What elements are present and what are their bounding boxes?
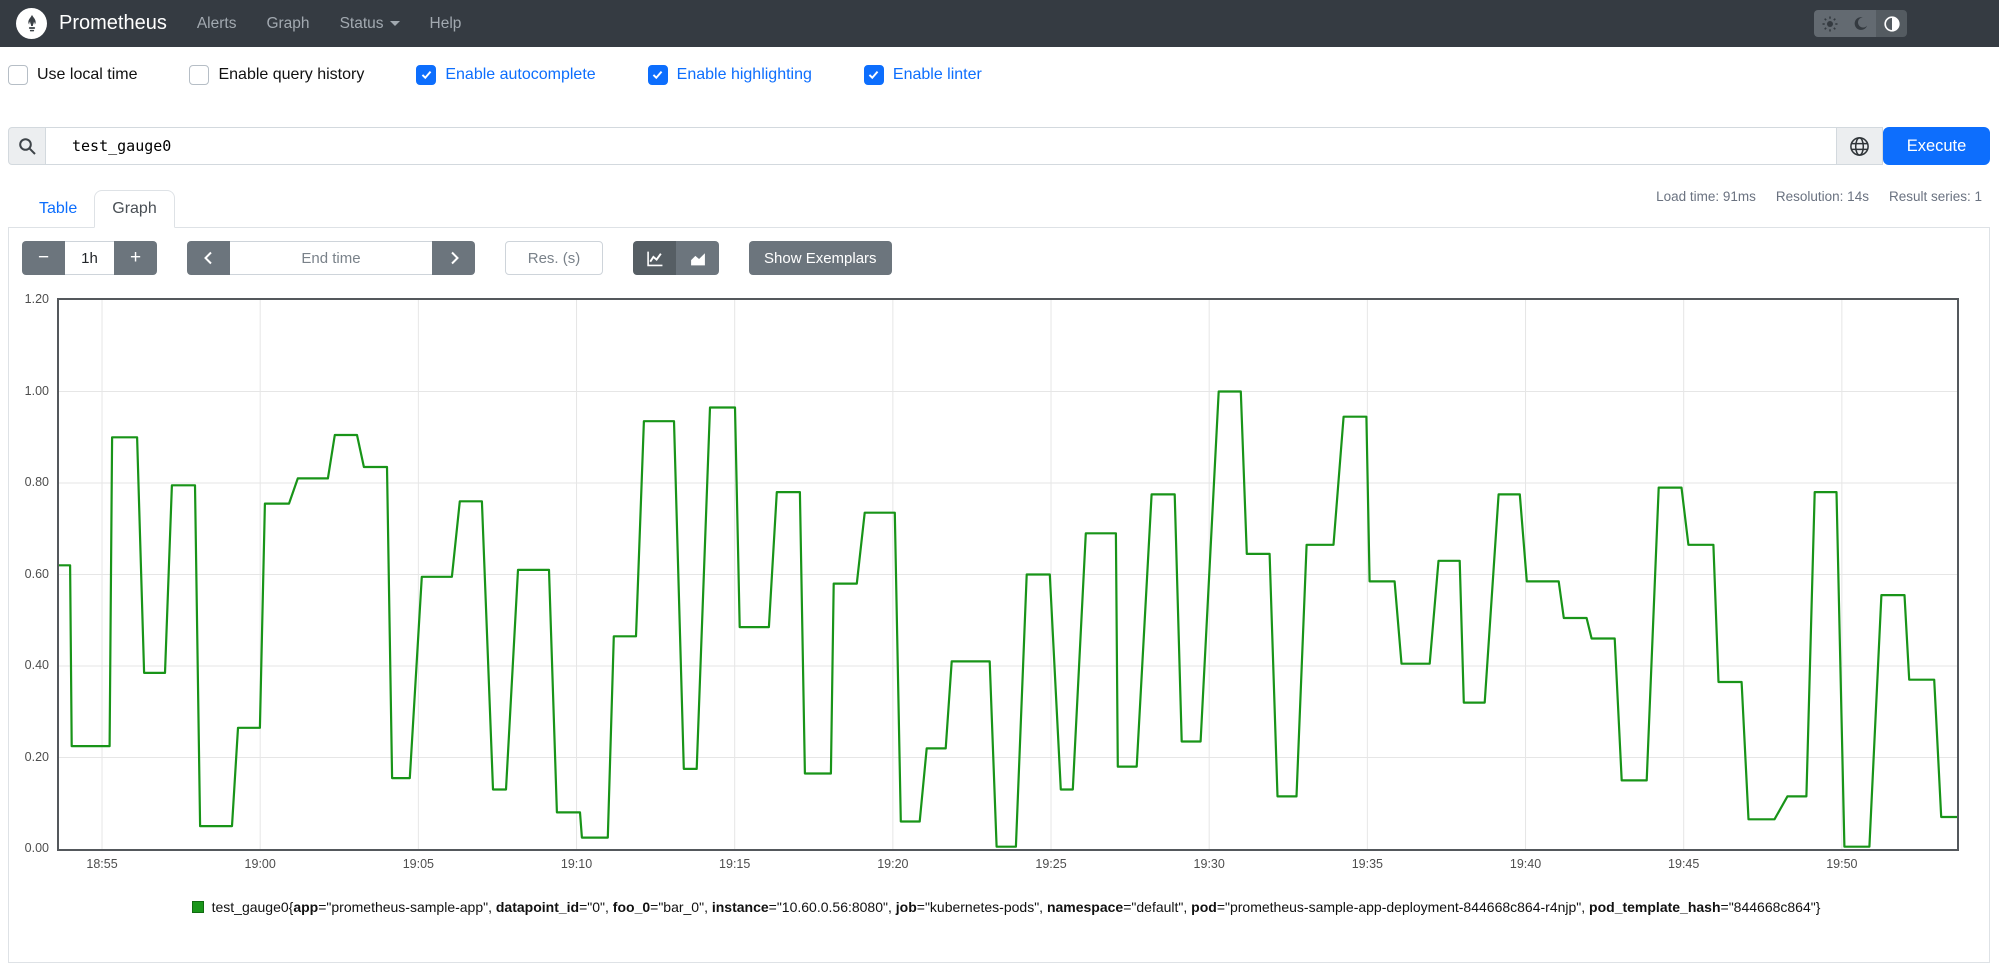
checkbox-checked-icon[interactable] xyxy=(647,64,668,85)
checkbox-checked-icon[interactable] xyxy=(863,64,884,85)
y-tick-label: 0.20 xyxy=(24,749,49,764)
app-title[interactable]: Prometheus xyxy=(59,12,167,35)
metrics-explorer-globe-icon[interactable] xyxy=(1837,127,1883,165)
time-back-button chevron-left-icon[interactable] xyxy=(187,241,230,275)
series-legend[interactable]: test_gauge0{app="prometheus-sample-app",… xyxy=(57,899,1955,915)
time-forward-button chevron-right-icon[interactable] xyxy=(432,241,475,275)
graph-panel: − + xyxy=(8,227,1990,963)
nav-item-alerts[interactable]: Alerts xyxy=(197,15,237,33)
option-label: Enable highlighting xyxy=(676,65,812,83)
checkbox-icon[interactable] xyxy=(8,64,28,85)
option-enable-autocomplete[interactable]: Enable autocomplete xyxy=(416,64,596,85)
y-tick-label: 0.60 xyxy=(24,566,49,581)
x-tick-label: 18:55 xyxy=(86,857,118,871)
prometheus-logo-icon[interactable] xyxy=(16,8,47,39)
x-tick-label: 19:35 xyxy=(1351,857,1383,871)
query-bar: Execute xyxy=(8,127,1990,165)
tab-graph[interactable]: Graph xyxy=(94,190,175,228)
search-icon xyxy=(8,127,46,165)
resolution-input[interactable] xyxy=(505,241,603,275)
y-tick-label: 0.40 xyxy=(24,658,49,672)
query-options-row: Use local time Enable query history Enable… xyxy=(8,61,1991,88)
show-exemplars-button[interactable]: Show Exemplars xyxy=(749,241,892,275)
theme-toggle-group xyxy=(1814,10,1907,37)
sun-icon[interactable] xyxy=(1814,10,1845,37)
x-tick-label: 19:15 xyxy=(719,857,751,871)
x-tick-label: 19:05 xyxy=(402,857,434,871)
x-tick-label: 19:25 xyxy=(1035,857,1067,871)
graph-toolbar: − + xyxy=(9,228,1989,275)
option-label: Use local time xyxy=(37,65,138,83)
x-tick-label: 19:30 xyxy=(1193,857,1225,871)
nav-item-graph[interactable]: Graph xyxy=(266,15,309,33)
result-series: Result series: 1 xyxy=(1888,189,1982,204)
tab-table[interactable]: Table xyxy=(22,191,94,227)
option-enable-linter[interactable]: Enable linter xyxy=(863,64,982,85)
checkbox-checked-icon[interactable] xyxy=(416,64,437,85)
option-label: Enable query history xyxy=(218,65,365,83)
option-enable-query-history[interactable]: Enable query history xyxy=(189,64,365,85)
tabs-row: Table Graph Load time: 91ms Resolution: … xyxy=(8,187,1990,228)
nav-item-status[interactable]: Status xyxy=(340,15,400,33)
x-tick-label: 19:45 xyxy=(1668,857,1700,871)
graph-type-toggle xyxy=(633,241,719,275)
range-increase-button[interactable]: + xyxy=(114,241,157,275)
chart-area: 0.00 0.20 0.40 0.60 0.80 1.00 1.20 18:55 19:00 1… xyxy=(25,292,1959,915)
graph-canvas[interactable] xyxy=(57,298,1959,851)
end-time-control xyxy=(187,241,475,275)
nav-item-label: Graph xyxy=(266,14,310,32)
nav-links: Alerts Graph Status Help xyxy=(197,15,462,33)
range-input[interactable] xyxy=(65,241,114,275)
query-input[interactable] xyxy=(46,127,1837,165)
range-control: − + xyxy=(22,241,157,275)
nav-item-help[interactable]: Help xyxy=(430,15,462,33)
y-tick-label: 0.00 xyxy=(24,841,49,855)
option-use-local-time[interactable]: Use local time xyxy=(8,64,138,85)
option-label: Enable autocomplete xyxy=(445,65,596,83)
load-time: Load time: 91ms xyxy=(1656,189,1756,204)
x-tick-label: 19:20 xyxy=(877,857,909,871)
caret-down-icon xyxy=(389,21,400,26)
checkbox-icon[interactable] xyxy=(189,64,210,85)
navbar: Prometheus Alerts Graph Status Help xyxy=(0,0,1999,47)
line-chart-icon[interactable] xyxy=(633,241,676,275)
nav-item-label: Alerts xyxy=(196,14,237,32)
nav-item-label: Status xyxy=(339,14,384,32)
series-legend-label: test_gauge0{app="prometheus-sample-app",… xyxy=(211,899,1821,915)
end-time-input[interactable] xyxy=(230,241,432,275)
range-decrease-button[interactable]: − xyxy=(22,241,65,275)
x-tick-label: 19:10 xyxy=(560,857,593,871)
stacked-chart-icon[interactable] xyxy=(676,241,719,275)
option-label: Enable linter xyxy=(892,65,982,83)
moon-icon[interactable] xyxy=(1845,10,1876,37)
option-enable-highlighting[interactable]: Enable highlighting xyxy=(647,64,812,85)
contrast-icon[interactable] xyxy=(1876,10,1907,37)
nav-item-label: Help xyxy=(429,14,462,32)
execute-button[interactable]: Execute xyxy=(1883,127,1990,165)
x-tick-label: 19:40 xyxy=(1509,857,1542,871)
series-color-swatch xyxy=(191,901,204,913)
x-tick-label: 19:00 xyxy=(244,857,276,871)
x-tick-label: 19:50 xyxy=(1826,857,1858,871)
y-tick-label: 0.80 xyxy=(24,475,49,489)
query-stats: Load time: 91ms Resolution: 14s Result s… xyxy=(1656,189,1982,204)
y-tick-label: 1.00 xyxy=(24,383,49,398)
y-tick-label: 1.20 xyxy=(24,292,49,306)
resolution: Resolution: 14s xyxy=(1775,189,1869,204)
